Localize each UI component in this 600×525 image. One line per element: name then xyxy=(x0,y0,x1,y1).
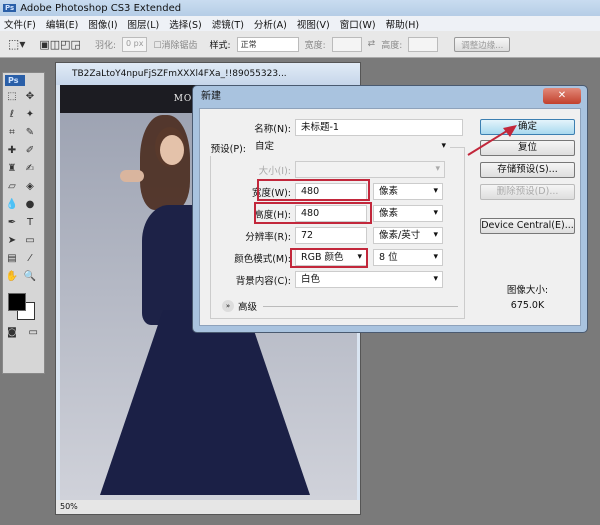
magic-wand-icon[interactable]: ✦ xyxy=(23,108,37,122)
width-unit-select[interactable]: 像素 xyxy=(373,183,443,200)
delete-preset-button: 删除预设(D)... xyxy=(480,184,575,200)
size-label: 大小(I): xyxy=(258,165,291,177)
advanced-label[interactable]: 高级 xyxy=(238,299,257,313)
crop-icon[interactable]: ⌗ xyxy=(5,126,19,140)
bit-depth-select[interactable]: 8 位 xyxy=(373,249,443,266)
path-select-icon[interactable]: ➤ xyxy=(5,234,19,248)
refine-edge-button[interactable]: 调整边缘... xyxy=(454,36,511,52)
height-label: 高度: xyxy=(381,40,403,51)
dialog-title: 新建 xyxy=(201,91,221,102)
photoshop-logo: Ps xyxy=(3,4,17,12)
healing-icon[interactable]: ✚ xyxy=(5,144,19,158)
menu-analysis[interactable]: 分析(A) xyxy=(254,17,287,31)
document-title-bar[interactable]: TB2ZaLtoY4npuFjSZFmXXXl4FXa_!!89055323..… xyxy=(56,63,360,85)
menu-layer[interactable]: 图层(L) xyxy=(128,17,160,31)
style-select[interactable]: 正常 xyxy=(236,36,299,52)
dodge-icon[interactable]: ● xyxy=(23,198,37,212)
move-icon[interactable]: ✥ xyxy=(23,90,37,104)
menu-image[interactable]: 图像(I) xyxy=(88,17,117,31)
resolution-unit-select[interactable]: 像素/英寸 xyxy=(373,227,443,244)
menu-bar: 文件(F) 编辑(E) 图像(I) 图层(L) 选择(S) 滤镜(T) 分析(A… xyxy=(0,16,600,31)
height-highlight-box xyxy=(254,202,372,224)
menu-edit[interactable]: 编辑(E) xyxy=(46,17,78,31)
screen-mode-icon[interactable]: ▭ xyxy=(26,326,40,340)
antialias-label: 消除锯齿 xyxy=(161,40,198,51)
marquee-icon[interactable]: ⬚ xyxy=(5,90,19,104)
name-label: 名称(N): xyxy=(254,123,291,135)
app-title: Adobe Photoshop CS3 Extended xyxy=(20,2,182,14)
feather-label: 羽化: xyxy=(94,40,116,51)
menu-view[interactable]: 视图(V) xyxy=(297,17,330,31)
marquee-tool-icon[interactable]: ⬚▾ xyxy=(8,37,25,51)
quick-mask-icon[interactable]: ◙ xyxy=(5,326,19,340)
preset-select[interactable]: 自定 xyxy=(250,139,450,156)
bucket-icon[interactable]: ◈ xyxy=(23,180,37,194)
title-bar: Ps Adobe Photoshop CS3 Extended xyxy=(0,0,600,16)
menu-filter[interactable]: 滤镜(T) xyxy=(212,17,244,31)
resolution-label: 分辨率(R): xyxy=(245,231,291,243)
advanced-divider xyxy=(263,305,459,307)
eyedropper-icon[interactable]: ⁄ xyxy=(23,252,37,266)
width-highlight-box xyxy=(257,179,370,201)
notes-icon[interactable]: ▤ xyxy=(5,252,19,266)
save-preset-button[interactable]: 存储预设(S)... xyxy=(480,162,575,178)
status-bar: 50% xyxy=(56,500,360,514)
pen-icon[interactable]: ✒ xyxy=(5,216,19,230)
height-input[interactable] xyxy=(408,36,439,52)
background-select[interactable]: 白色 xyxy=(295,271,443,288)
height-unit-select[interactable]: 像素 xyxy=(373,205,443,222)
advanced-toggle-icon[interactable]: » xyxy=(222,300,234,312)
width-label: 宽度: xyxy=(304,40,326,51)
image-size-label: 图像大小: xyxy=(506,285,549,296)
width-input[interactable] xyxy=(331,36,362,52)
device-central-button[interactable]: Device Central(E)... xyxy=(480,218,575,234)
shape-icon[interactable]: ▭ xyxy=(23,234,37,248)
options-bar: ⬚▾ ▣◫◰◲ 羽化: 0 px ☐消除锯齿 样式: 正常 宽度: ⇄ 高度: … xyxy=(0,31,600,58)
color-mode-label: 颜色模式(M): xyxy=(234,253,291,265)
new-document-dialog: 新建 ✕ 名称(N):未标题-1 预设(P):自定 大小(I): 宽度(W):4… xyxy=(192,85,588,333)
blur-icon[interactable]: 💧 xyxy=(5,198,19,212)
antialias-checkbox[interactable]: ☐消除锯齿 xyxy=(153,38,197,51)
arrow-annotation-icon xyxy=(467,125,517,156)
background-label: 背景内容(C): xyxy=(235,275,291,287)
image-size-value: 675.0K xyxy=(510,300,545,311)
eraser-icon[interactable]: ▱ xyxy=(5,180,19,194)
style-label: 样式: xyxy=(209,40,231,51)
color-mode-highlight-box xyxy=(290,248,368,268)
menu-help[interactable]: 帮助(H) xyxy=(386,17,420,31)
preset-label: 预设(P): xyxy=(210,143,246,155)
name-input[interactable]: 未标题-1 xyxy=(295,119,463,136)
menu-window[interactable]: 窗口(W) xyxy=(340,17,376,31)
toolbox: Ps ⬚ ✥ ℓ ✦ ⌗ ✎ ✚ ✐ ♜ ✍ ▱ ◈ 💧 ● ✒ T ➤ ▭ ▤ ⁄ ✋ 🔍 ◙ ▭ xyxy=(2,72,45,374)
type-icon[interactable]: T xyxy=(23,216,37,230)
lasso-icon[interactable]: ℓ xyxy=(5,108,19,122)
selection-mode-icons[interactable]: ▣◫◰◲ xyxy=(39,38,81,51)
menu-select[interactable]: 选择(S) xyxy=(169,17,201,31)
zoom-level[interactable]: 50% xyxy=(60,502,78,511)
stamp-icon[interactable]: ♜ xyxy=(5,162,19,176)
zoom-icon[interactable]: 🔍 xyxy=(23,270,37,284)
swap-icon[interactable]: ⇄ xyxy=(368,39,376,49)
slice-icon[interactable]: ✎ xyxy=(23,126,37,140)
dialog-body: 名称(N):未标题-1 预设(P):自定 大小(I): 宽度(W):480像素 … xyxy=(199,108,581,326)
history-brush-icon[interactable]: ✍ xyxy=(23,162,37,176)
resolution-input[interactable]: 72 xyxy=(295,227,367,244)
color-swatches[interactable] xyxy=(3,290,44,324)
size-select xyxy=(295,161,445,178)
close-button[interactable]: ✕ xyxy=(543,88,581,104)
hand-icon[interactable]: ✋ xyxy=(5,270,19,284)
ps-logo: Ps xyxy=(5,75,25,86)
brush-icon[interactable]: ✐ xyxy=(23,144,37,158)
feather-input[interactable]: 0 px xyxy=(122,36,148,52)
document-title: TB2ZaLtoY4npuFjSZFmXXXl4FXa_!!89055323..… xyxy=(72,69,287,79)
menu-file[interactable]: 文件(F) xyxy=(4,17,36,31)
